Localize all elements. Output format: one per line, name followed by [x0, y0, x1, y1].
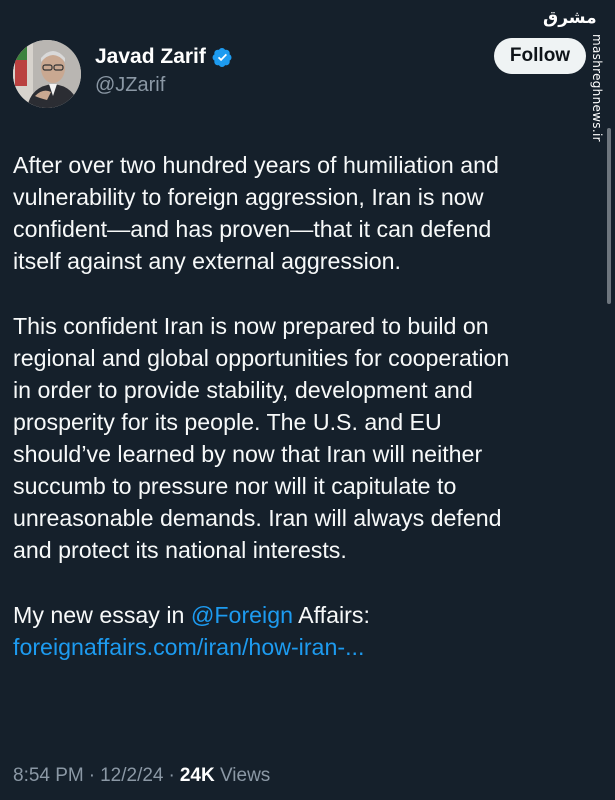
- tweet-time[interactable]: 8:54 PM: [13, 765, 84, 786]
- tweet-paragraph-2: This confident Iran is now prepared to b…: [13, 313, 510, 563]
- tweet-detail: مشرق mashreghnews.ir Javad Zarif @JZarif…: [0, 0, 615, 800]
- avatar[interactable]: [13, 40, 81, 108]
- watermark-logo: مشرق: [543, 8, 597, 28]
- meta-separator: ·: [168, 765, 175, 786]
- essay-suffix: Affairs:: [293, 602, 370, 628]
- tweet-date[interactable]: 12/2/24: [100, 765, 163, 786]
- author-name[interactable]: Javad Zarif: [95, 45, 206, 69]
- tweet-author: Javad Zarif @JZarif: [95, 44, 233, 97]
- article-link[interactable]: foreignaffairs.com/iran/how-iran-...: [13, 634, 364, 660]
- tweet-text: After over two hundred years of humiliat…: [13, 149, 603, 696]
- tweet-paragraph-1: After over two hundred years of humiliat…: [13, 152, 499, 274]
- watermark-site: mashreghnews.ir: [590, 34, 604, 142]
- follow-button[interactable]: Follow: [494, 38, 586, 74]
- essay-prefix: My new essay in: [13, 602, 191, 628]
- meta-separator: ·: [88, 765, 96, 786]
- views-count[interactable]: 24K: [180, 765, 215, 786]
- tweet-meta: 8:54 PM · 12/2/24 · 24K Views: [13, 765, 270, 787]
- author-handle[interactable]: @JZarif: [95, 74, 233, 97]
- tweet-paragraph-3: My new essay in @Foreign Affairs: foreign…: [13, 599, 603, 663]
- scrollbar[interactable]: [607, 128, 611, 304]
- avatar-photo: [13, 40, 81, 108]
- mention-link[interactable]: @Foreign: [191, 602, 293, 628]
- views-label: Views: [219, 765, 271, 786]
- verified-badge-icon: [212, 47, 233, 68]
